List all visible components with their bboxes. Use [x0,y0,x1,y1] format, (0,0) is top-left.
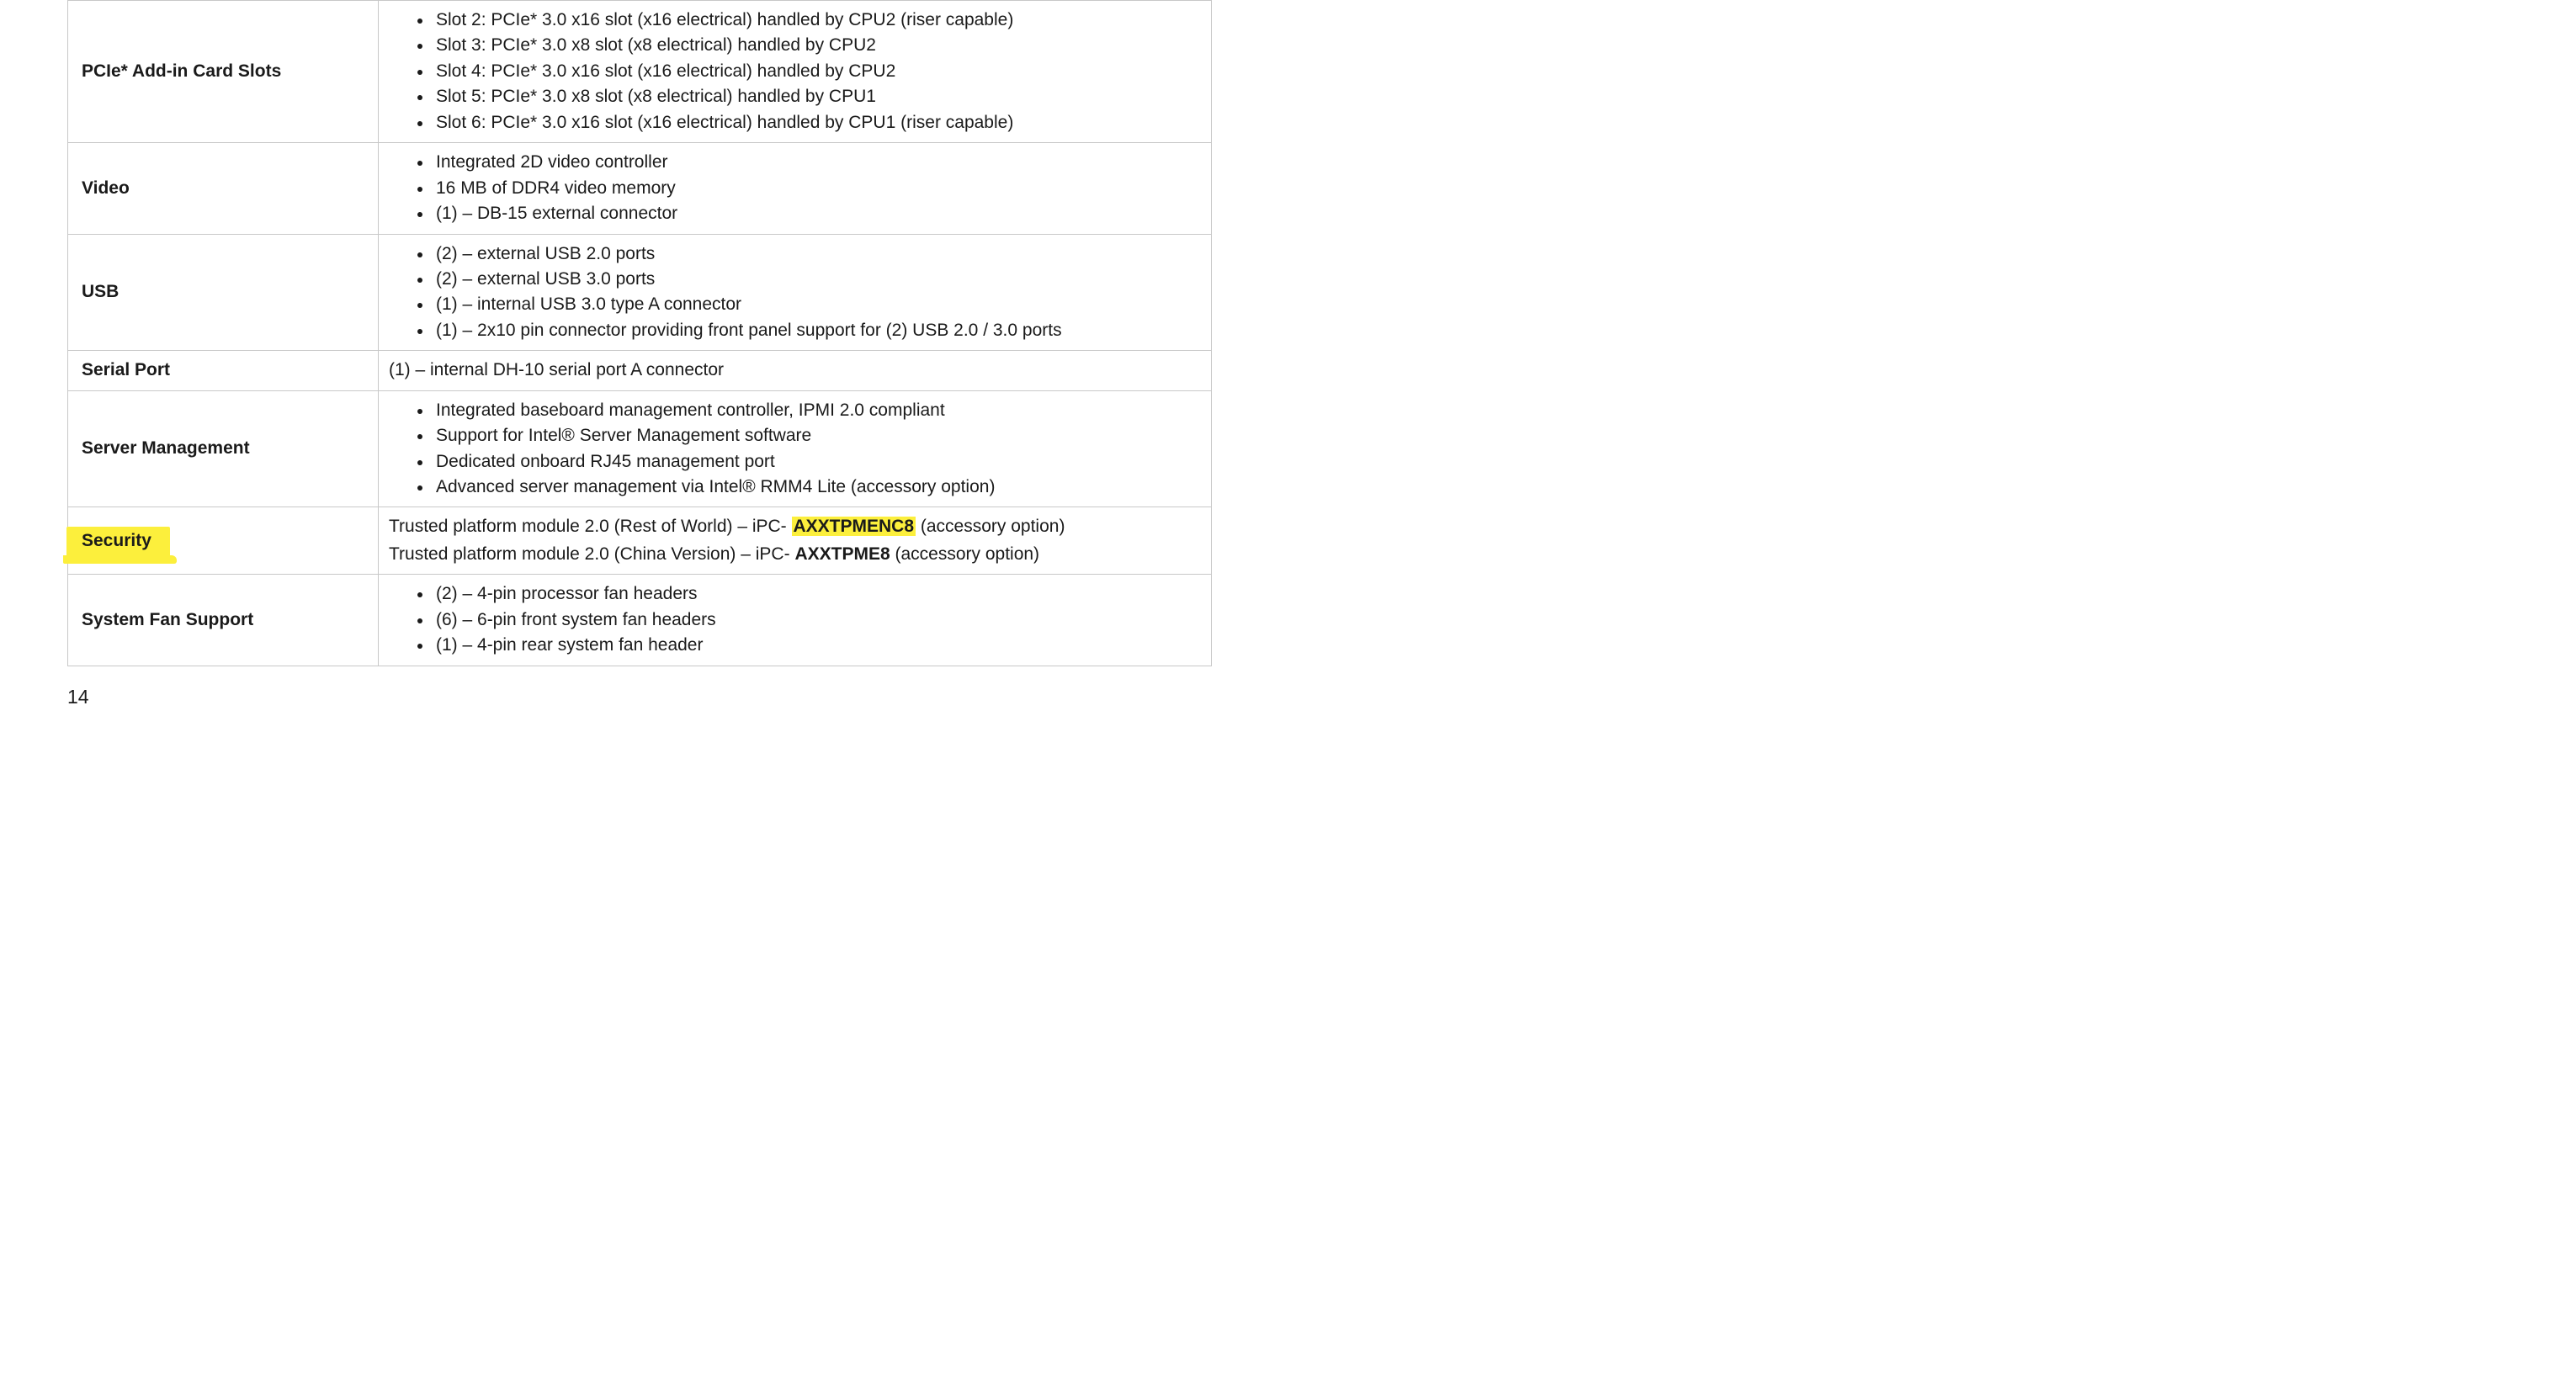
list-item: (1) – 4-pin rear system fan header [433,633,1201,658]
row-mgmt: Server Management Integrated baseboard m… [68,390,1212,507]
pcie-list: Slot 2: PCIe* 3.0 x16 slot (x16 electric… [389,8,1201,135]
security-line2-part: AXXTPME8 [794,544,890,564]
row-security: Security Trusted platform module 2.0 (Re… [68,507,1212,575]
video-list: Integrated 2D video controller 16 MB of … [389,150,1201,226]
list-item: Advanced server management via Intel® RM… [433,475,1201,500]
list-item: Slot 6: PCIe* 3.0 x16 slot (x16 electric… [433,110,1201,135]
list-item: (1) – DB-15 external connector [433,201,1201,226]
security-line-2: Trusted platform module 2.0 (China Versi… [389,542,1201,567]
fans-list: (2) – 4-pin processor fan headers (6) – … [389,581,1201,658]
serial-text: (1) – internal DH-10 serial port A conne… [389,358,1201,383]
value-serial: (1) – internal DH-10 serial port A conne… [379,351,1212,390]
value-usb: (2) – external USB 2.0 ports (2) – exter… [379,234,1212,351]
list-item: (2) – 4-pin processor fan headers [433,581,1201,607]
security-line-1: Trusted platform module 2.0 (Rest of Wor… [389,514,1201,539]
label-mgmt: Server Management [68,390,379,507]
list-item: (2) – external USB 2.0 ports [433,241,1201,267]
list-item: Dedicated onboard RJ45 management port [433,449,1201,475]
value-video: Integrated 2D video controller 16 MB of … [379,143,1212,234]
list-item: (2) – external USB 3.0 ports [433,267,1201,292]
row-fans: System Fan Support (2) – 4-pin processor… [68,575,1212,666]
security-label-text: Security [82,531,151,550]
list-item: (1) – internal USB 3.0 type A connector [433,292,1201,317]
spec-table: PCIe* Add-in Card Slots Slot 2: PCIe* 3.… [67,0,1212,666]
mgmt-list: Integrated baseboard management controll… [389,398,1201,501]
list-item: Slot 4: PCIe* 3.0 x16 slot (x16 electric… [433,59,1201,84]
list-item: Integrated 2D video controller [433,150,1201,175]
security-line1-pre: Trusted platform module 2.0 (Rest of Wor… [389,517,792,536]
security-line1-post: (accessory option) [916,517,1065,536]
security-line2-post: (accessory option) [890,544,1039,564]
list-item: Support for Intel® Server Management sof… [433,423,1201,448]
page-number: 14 [67,686,89,708]
row-pcie: PCIe* Add-in Card Slots Slot 2: PCIe* 3.… [68,1,1212,143]
row-video: Video Integrated 2D video controller 16 … [68,143,1212,234]
usb-list: (2) – external USB 2.0 ports (2) – exter… [389,241,1201,344]
security-line1-part: AXXTPMENC8 [792,517,916,536]
list-item: (1) – 2x10 pin connector providing front… [433,318,1201,343]
security-line2-pre: Trusted platform module 2.0 (China Versi… [389,544,794,564]
row-serial: Serial Port (1) – internal DH-10 serial … [68,351,1212,390]
value-pcie: Slot 2: PCIe* 3.0 x16 slot (x16 electric… [379,1,1212,143]
list-item: Slot 2: PCIe* 3.0 x16 slot (x16 electric… [433,8,1201,33]
label-usb: USB [68,234,379,351]
highlight-underline [63,555,177,564]
label-fans: System Fan Support [68,575,379,666]
label-pcie: PCIe* Add-in Card Slots [68,1,379,143]
list-item: Slot 3: PCIe* 3.0 x8 slot (x8 electrical… [433,33,1201,58]
spec-page: PCIe* Add-in Card Slots Slot 2: PCIe* 3.… [0,0,1288,717]
label-video: Video [68,143,379,234]
list-item: Slot 5: PCIe* 3.0 x8 slot (x8 electrical… [433,84,1201,109]
list-item: 16 MB of DDR4 video memory [433,176,1201,201]
list-item: Integrated baseboard management controll… [433,398,1201,423]
row-usb: USB (2) – external USB 2.0 ports (2) – e… [68,234,1212,351]
label-security: Security [68,507,379,575]
value-security: Trusted platform module 2.0 (Rest of Wor… [379,507,1212,575]
label-serial: Serial Port [68,351,379,390]
value-mgmt: Integrated baseboard management controll… [379,390,1212,507]
list-item: (6) – 6-pin front system fan headers [433,607,1201,633]
value-fans: (2) – 4-pin processor fan headers (6) – … [379,575,1212,666]
security-highlight: Security [82,528,151,554]
